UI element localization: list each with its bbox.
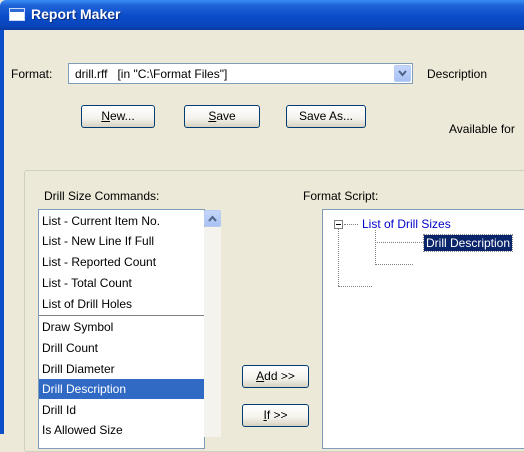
tree-node-root[interactable]: List of Drill Sizes bbox=[362, 217, 451, 231]
available-for-label: Available for bbox=[449, 122, 515, 136]
format-combobox[interactable]: drill.rff [in "C:\Format Files"] bbox=[68, 63, 413, 84]
collapse-icon[interactable] bbox=[334, 220, 343, 229]
new-button[interactable]: New... bbox=[81, 105, 155, 128]
format-script-label: Format Script: bbox=[303, 189, 379, 203]
window-frame-left bbox=[0, 30, 4, 434]
window-title: Report Maker bbox=[31, 6, 121, 22]
list-separator bbox=[39, 315, 204, 316]
list-item[interactable]: Drill Diameter bbox=[39, 359, 204, 379]
list-item[interactable]: List - Total Count bbox=[39, 273, 204, 293]
list-item[interactable]: List of Drill Holes bbox=[39, 294, 204, 314]
title-bar[interactable]: Report Maker bbox=[0, 0, 524, 30]
tree-line bbox=[344, 224, 358, 225]
if-button[interactable]: If >> bbox=[242, 404, 309, 427]
drill-size-commands-label: Drill Size Commands: bbox=[44, 189, 160, 203]
list-item-selected[interactable]: Drill Description bbox=[39, 379, 204, 399]
save-as-button[interactable]: Save As... bbox=[286, 105, 366, 128]
format-combobox-value: drill.rff [in "C:\Format Files"] bbox=[75, 67, 228, 81]
tree-line bbox=[338, 286, 372, 287]
description-label: Description bbox=[427, 67, 488, 81]
tree-line bbox=[375, 264, 413, 265]
scroll-up-icon[interactable] bbox=[204, 210, 221, 227]
tree-line bbox=[338, 229, 339, 286]
list-scrollbar-track[interactable] bbox=[204, 227, 221, 437]
drill-size-commands-list[interactable]: List - Current Item No. List - New Line … bbox=[38, 209, 205, 449]
app-window-icon bbox=[9, 8, 25, 21]
list-item[interactable]: Drill Count bbox=[39, 338, 204, 358]
format-label: Format: bbox=[11, 67, 53, 81]
chevron-down-icon[interactable] bbox=[394, 65, 411, 82]
add-button[interactable]: Add >> bbox=[242, 365, 309, 388]
list-item[interactable]: Is Allowed Size bbox=[39, 420, 204, 440]
save-button[interactable]: Save bbox=[184, 105, 260, 128]
list-item[interactable]: List - Current Item No. bbox=[39, 211, 204, 231]
list-item[interactable]: Drill Id bbox=[39, 400, 204, 420]
list-item[interactable]: Draw Symbol bbox=[39, 317, 204, 337]
list-item[interactable]: List - Reported Count bbox=[39, 252, 204, 272]
list-item[interactable]: List - New Line If Full bbox=[39, 231, 204, 251]
tree-line bbox=[375, 242, 424, 243]
tree-line bbox=[375, 230, 376, 265]
tree-node-selected[interactable]: Drill Description bbox=[422, 234, 514, 252]
